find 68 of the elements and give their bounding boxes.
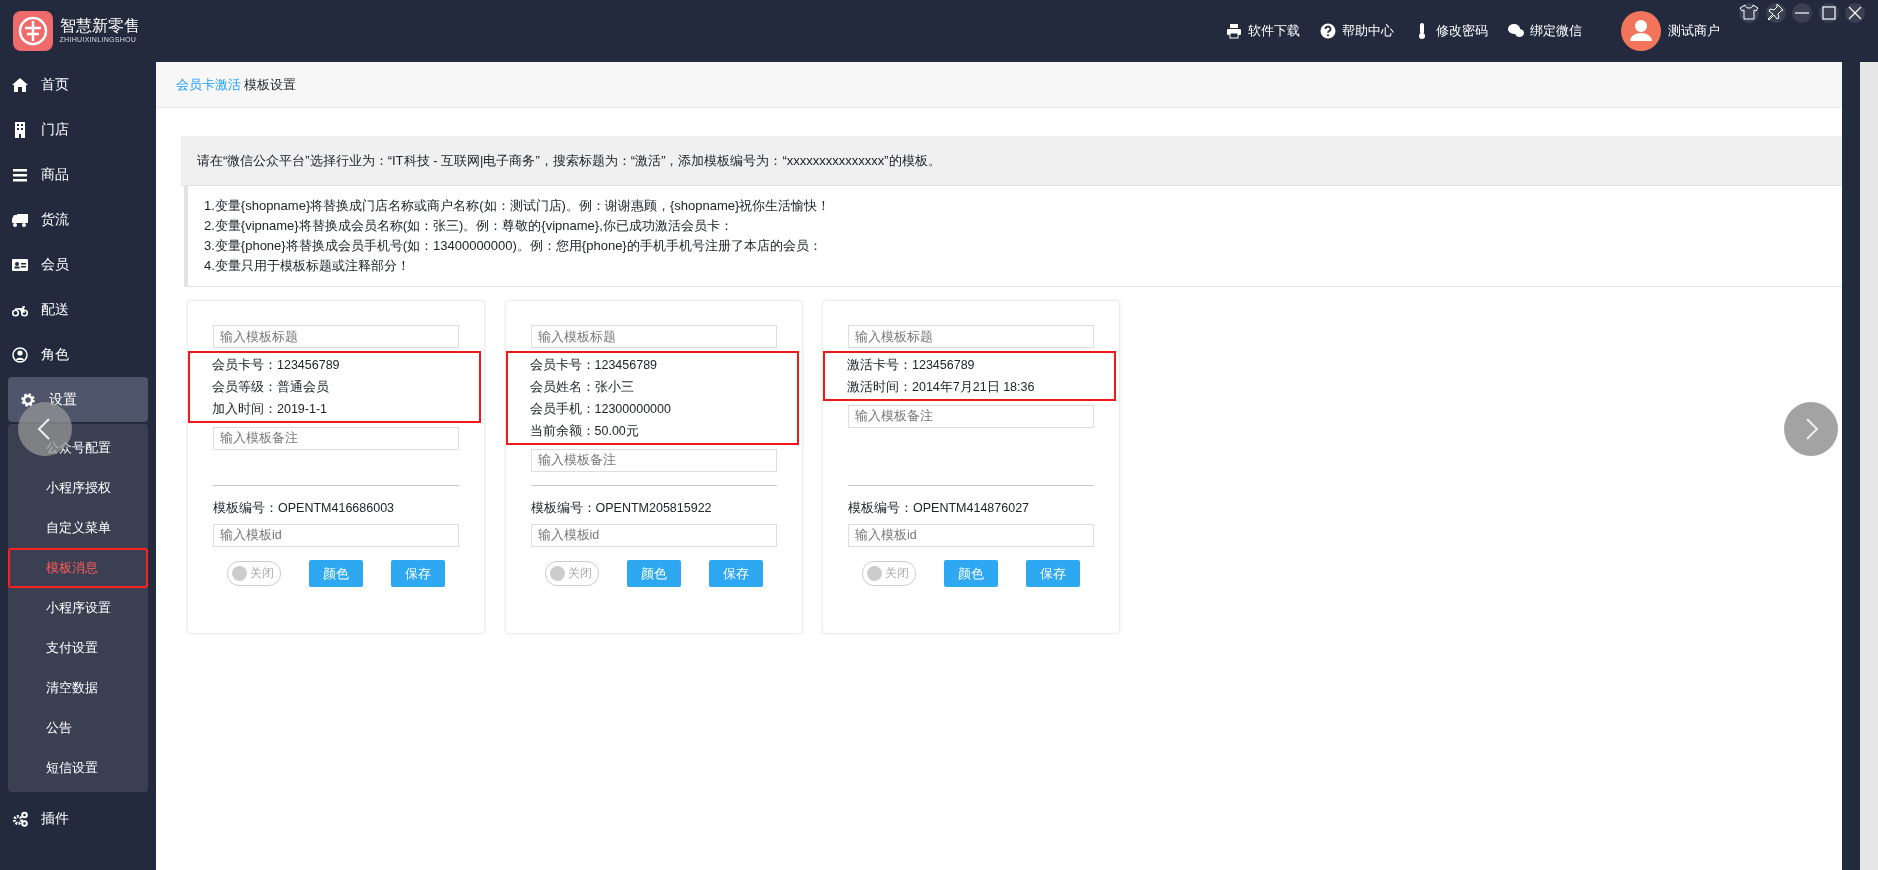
- help-icon: [1319, 23, 1336, 39]
- maximize-icon[interactable]: [1818, 3, 1839, 24]
- template-code: 模板编号：OPENTM205815922: [530, 499, 713, 517]
- close-icon[interactable]: [1845, 3, 1865, 24]
- building-icon: [12, 121, 28, 138]
- top-link[interactable]: 帮助中心: [1319, 21, 1394, 41]
- template-field-text: 会员姓名：张小三: [529, 379, 635, 397]
- rule-text: 4.变量只用于模板标题或注释部分！: [204, 257, 411, 275]
- minimize-icon[interactable]: [1792, 3, 1812, 24]
- template-field-text: 激活卡号：123456789: [847, 357, 976, 375]
- title-input[interactable]: 输入模板标题: [848, 325, 1094, 348]
- sidebar-item[interactable]: 角色: [0, 332, 156, 377]
- sidebar-item[interactable]: 配送: [0, 287, 156, 332]
- title-input[interactable]: 输入模板标题: [530, 325, 777, 348]
- pin-icon[interactable]: [1765, 3, 1786, 24]
- submenu-item[interactable]: 短信设置: [8, 748, 148, 788]
- sidebar-item[interactable]: 首页: [0, 62, 156, 107]
- user-circle-icon: [12, 346, 28, 363]
- gears-icon: [12, 810, 28, 827]
- template-field-text: 当前余额：50.00元: [529, 423, 640, 441]
- submenu-item[interactable]: 自定义菜单: [8, 508, 148, 548]
- template-field-text: 会员手机：12300000000: [529, 401, 672, 419]
- template-field-text: 激活时间：2014年7月21日 18:36: [847, 379, 1036, 397]
- logo-icon: [13, 11, 53, 51]
- submenu-item[interactable]: 清空数据: [8, 668, 148, 708]
- app-name: 智慧新零售: [59, 16, 140, 35]
- template-id-input[interactable]: 输入模板id: [848, 523, 1094, 547]
- submenu-item[interactable]: 公众号配置: [8, 428, 148, 468]
- top-link[interactable]: 修改密码: [1413, 21, 1488, 41]
- submenu-item[interactable]: 小程序授权: [8, 468, 148, 508]
- scrollbar[interactable]: [1860, 62, 1878, 870]
- truck-icon: [12, 211, 28, 228]
- template-field-text: 会员等级：普通会员: [212, 379, 330, 397]
- sidebar-item[interactable]: 会员: [0, 242, 156, 287]
- submenu-item[interactable]: 支付设置: [8, 628, 148, 668]
- rule-text: 1.变量{shopname}将替换成门店名称或商户名称(如：测试门店)。例：谢谢惠顾，{shopname}祝你生活愉快！: [204, 197, 832, 215]
- sidebar-item[interactable]: 货流: [0, 197, 156, 242]
- rule-text: 3.变量{phone}将替换成会员手机号(如：13400000000)。例：您用{phone}的手机手机号注册了本店的会员：: [204, 237, 823, 255]
- template-code: 模板编号：OPENTM416686003: [213, 499, 396, 517]
- rule-text: 2.变量{vipname}将替换成会员名称(如：张三)。例：尊敬的{vipname},你已成功激活会员卡：: [204, 217, 734, 235]
- shirt-icon[interactable]: [1739, 3, 1759, 24]
- template-code: 模板编号：OPENTM414876027: [848, 499, 1031, 517]
- id-card-icon: [12, 256, 28, 273]
- template-id-input[interactable]: 输入模板id: [213, 523, 459, 547]
- sidebar-item[interactable]: 门店: [0, 107, 156, 152]
- user-name: 测试商户: [1667, 22, 1720, 41]
- title-input[interactable]: 输入模板标题: [213, 325, 459, 348]
- note-input[interactable]: 输入模板备注: [530, 448, 777, 472]
- chat-bubbles-icon: [1507, 23, 1524, 39]
- template-id-input[interactable]: 输入模板id: [530, 523, 777, 547]
- note-input[interactable]: 输入模板备注: [848, 404, 1094, 428]
- top-link[interactable]: 绑定微信: [1507, 21, 1582, 41]
- gear-icon: [20, 391, 36, 408]
- top-link[interactable]: 软件下载: [1225, 21, 1300, 41]
- printer-icon: [1225, 23, 1242, 39]
- template-field-text: 会员卡号：123456789: [212, 357, 341, 375]
- sidebar-item[interactable]: 插件: [0, 796, 156, 841]
- breadcrumb-current: 模板设置: [244, 75, 297, 94]
- submenu-item[interactable]: 小程序设置: [8, 588, 148, 628]
- submenu-item[interactable]: 公告: [8, 708, 148, 748]
- avatar-icon: [1621, 11, 1661, 51]
- home-icon: [12, 76, 28, 93]
- note-input[interactable]: 输入模板备注: [213, 426, 459, 450]
- notice-text: 请在“微信公众平台”选择行业为：“IT科技 - 互联网|电子商务”，搜索标题为：“激活”，添加模板编号为：“xxxxxxxxxxxxxxx”的模板。: [197, 151, 941, 170]
- template-field-text: 会员卡号：123456789: [529, 357, 659, 375]
- template-field-text: 加入时间：2019-1-1: [212, 401, 329, 419]
- menu-icon: [12, 166, 28, 183]
- sidebar-item[interactable]: 商品: [0, 152, 156, 197]
